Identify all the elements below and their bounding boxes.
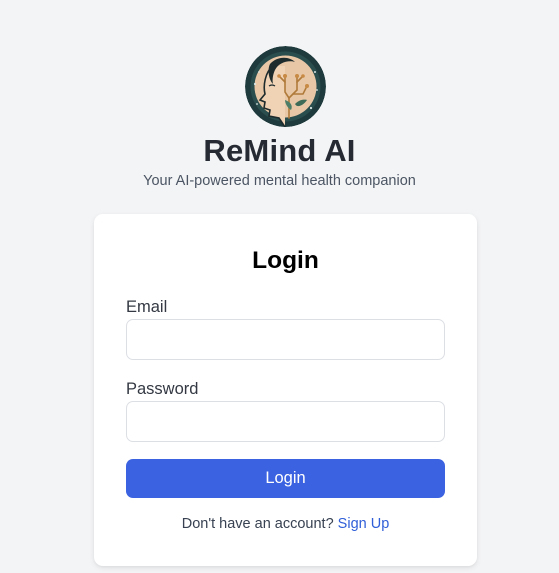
login-title: Login	[252, 247, 319, 274]
app-title: ReMind AI	[203, 133, 356, 168]
login-button[interactable]: Login	[126, 459, 445, 498]
signup-prompt-text: Don't have an account?	[181, 516, 334, 532]
app-tagline: Your AI-powered mental health companion	[143, 173, 416, 189]
signup-link[interactable]: Sign Up	[338, 516, 390, 532]
password-field[interactable]	[126, 401, 445, 442]
head-circuit-logo-icon	[245, 46, 326, 127]
email-label: Email	[126, 298, 168, 316]
email-field[interactable]	[126, 319, 445, 360]
login-card: Login Email Password Login Don't have an…	[94, 214, 477, 566]
signup-prompt-row: Don't have an account? Sign Up	[94, 516, 477, 532]
password-label: Password	[126, 380, 199, 398]
login-page: ReMind AI Your AI-powered mental health …	[0, 0, 559, 573]
